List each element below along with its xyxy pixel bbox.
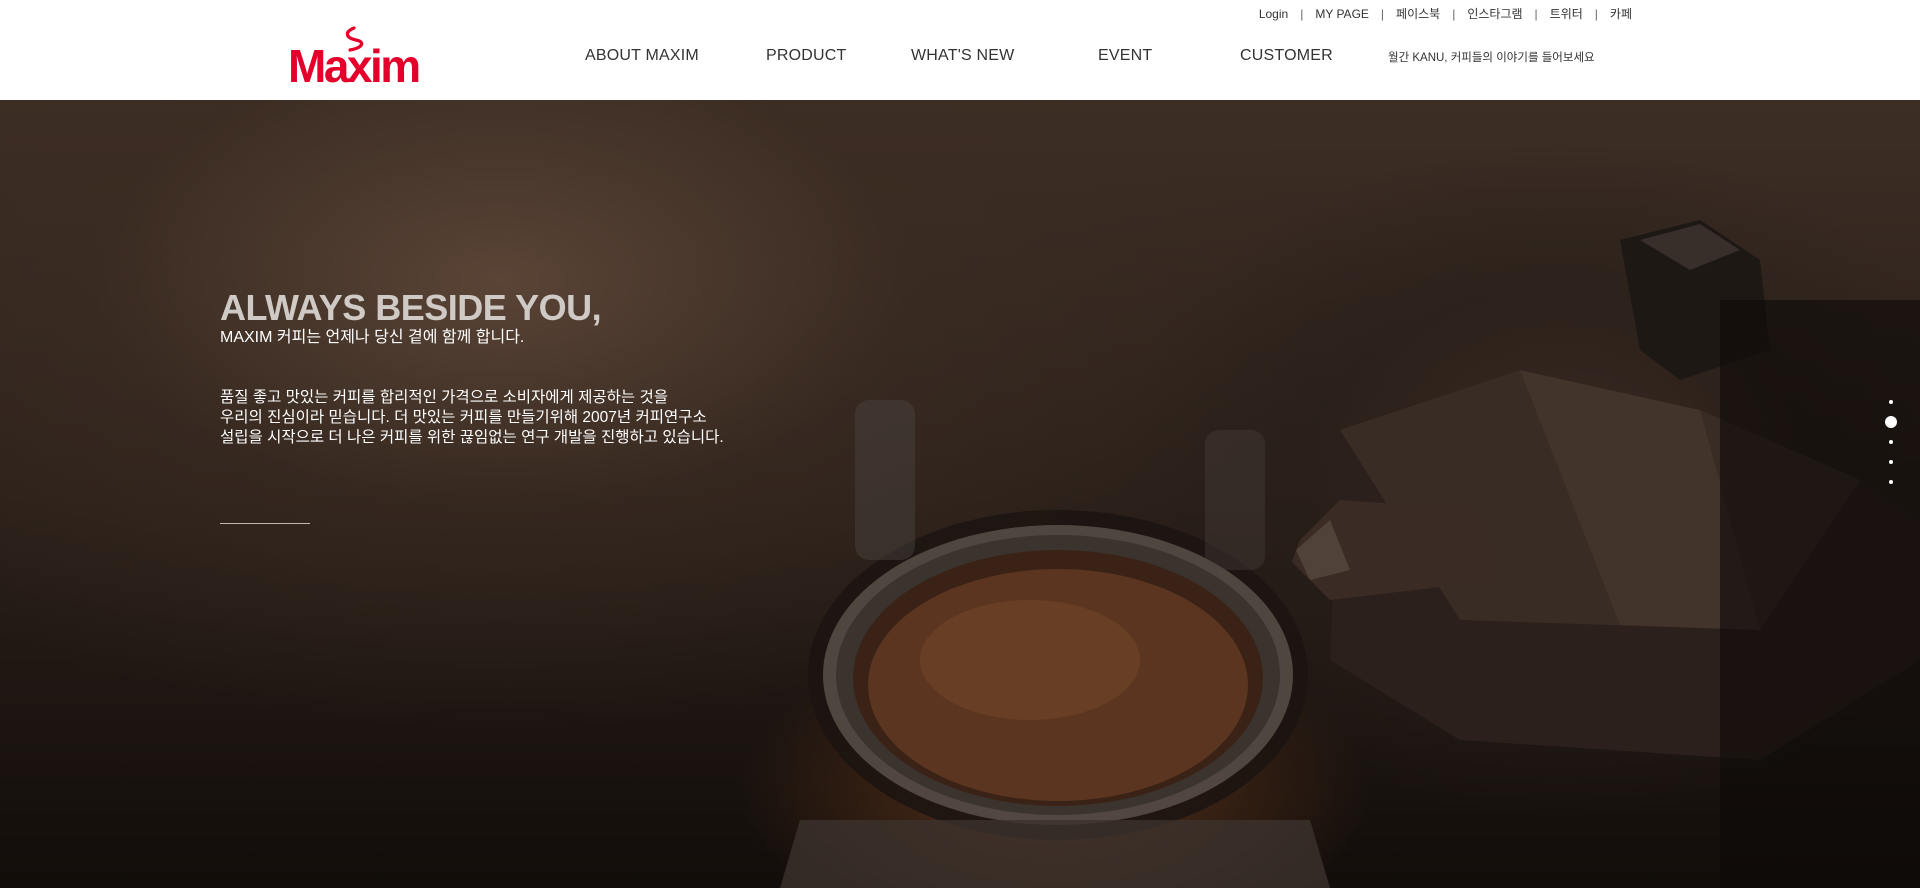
hero-body-line: 우리의 진심이라 믿습니다. 더 맛있는 커피를 만들기위해 2007년 커피연…: [220, 409, 707, 426]
separator: |: [1300, 6, 1304, 21]
hero-headline: ALWAYS BESIDE YOU,: [220, 287, 602, 328]
hero-body-line: 설립을 시작으로 더 나은 커피를 위한 끊임없는 연구 개발을 진행하고 있습…: [220, 429, 724, 446]
site-header: Login | MY PAGE | 페이스북 | 인스타그램 | 트위터 | 카…: [0, 0, 1920, 100]
nav-product[interactable]: PRODUCT: [766, 47, 847, 65]
separator: |: [1534, 6, 1538, 21]
nav-customer[interactable]: CUSTOMER: [1240, 47, 1333, 65]
hero-subheadline: MAXIM 커피는 언제나 당신 곁에 함께 합니다.: [220, 329, 525, 346]
slide-dot-4[interactable]: [1889, 460, 1893, 464]
utility-links: Login | MY PAGE | 페이스북 | 인스타그램 | 트위터 | 카…: [1259, 5, 1632, 22]
coffee-photo-background: [780, 220, 1920, 888]
slide-dot-2[interactable]: [1885, 416, 1897, 428]
kanu-notice-link[interactable]: 월간 KANU, 커피들의 이야기를 들어보세요: [1388, 49, 1595, 65]
slide-dot-3[interactable]: [1889, 440, 1893, 444]
my-page-link[interactable]: MY PAGE: [1315, 7, 1369, 21]
hero-body-line: 품질 좋고 맛있는 커피를 합리적인 가격으로 소비자에게 제공하는 것을: [220, 389, 668, 406]
hero-copy: ALWAYS BESIDE YOU, MAXIM 커피는 언제나 당신 곁에 함…: [220, 288, 724, 448]
hero-body: 품질 좋고 맛있는 커피를 합리적인 가격으로 소비자에게 제공하는 것을 우리…: [220, 388, 724, 448]
slide-dot-5[interactable]: [1889, 480, 1893, 484]
facebook-link[interactable]: 페이스북: [1396, 5, 1440, 22]
hero-divider: [220, 523, 310, 524]
main-nav: ABOUT MAXIM PRODUCT WHAT'S NEW EVENT CUS…: [0, 47, 1920, 71]
hero-section: ALWAYS BESIDE YOU, MAXIM 커피는 언제나 당신 곁에 함…: [0, 100, 1920, 888]
separator: |: [1594, 6, 1598, 21]
separator: |: [1452, 6, 1456, 21]
instagram-link[interactable]: 인스타그램: [1467, 5, 1522, 22]
separator: |: [1380, 6, 1385, 21]
nav-whats-new[interactable]: WHAT'S NEW: [911, 47, 1014, 65]
login-link[interactable]: Login: [1259, 7, 1288, 21]
twitter-link[interactable]: 트위터: [1550, 5, 1583, 22]
slide-dot-1[interactable]: [1889, 400, 1893, 404]
nav-event[interactable]: EVENT: [1098, 47, 1152, 65]
cafe-link[interactable]: 카페: [1610, 5, 1632, 22]
nav-about-maxim[interactable]: ABOUT MAXIM: [585, 47, 699, 65]
